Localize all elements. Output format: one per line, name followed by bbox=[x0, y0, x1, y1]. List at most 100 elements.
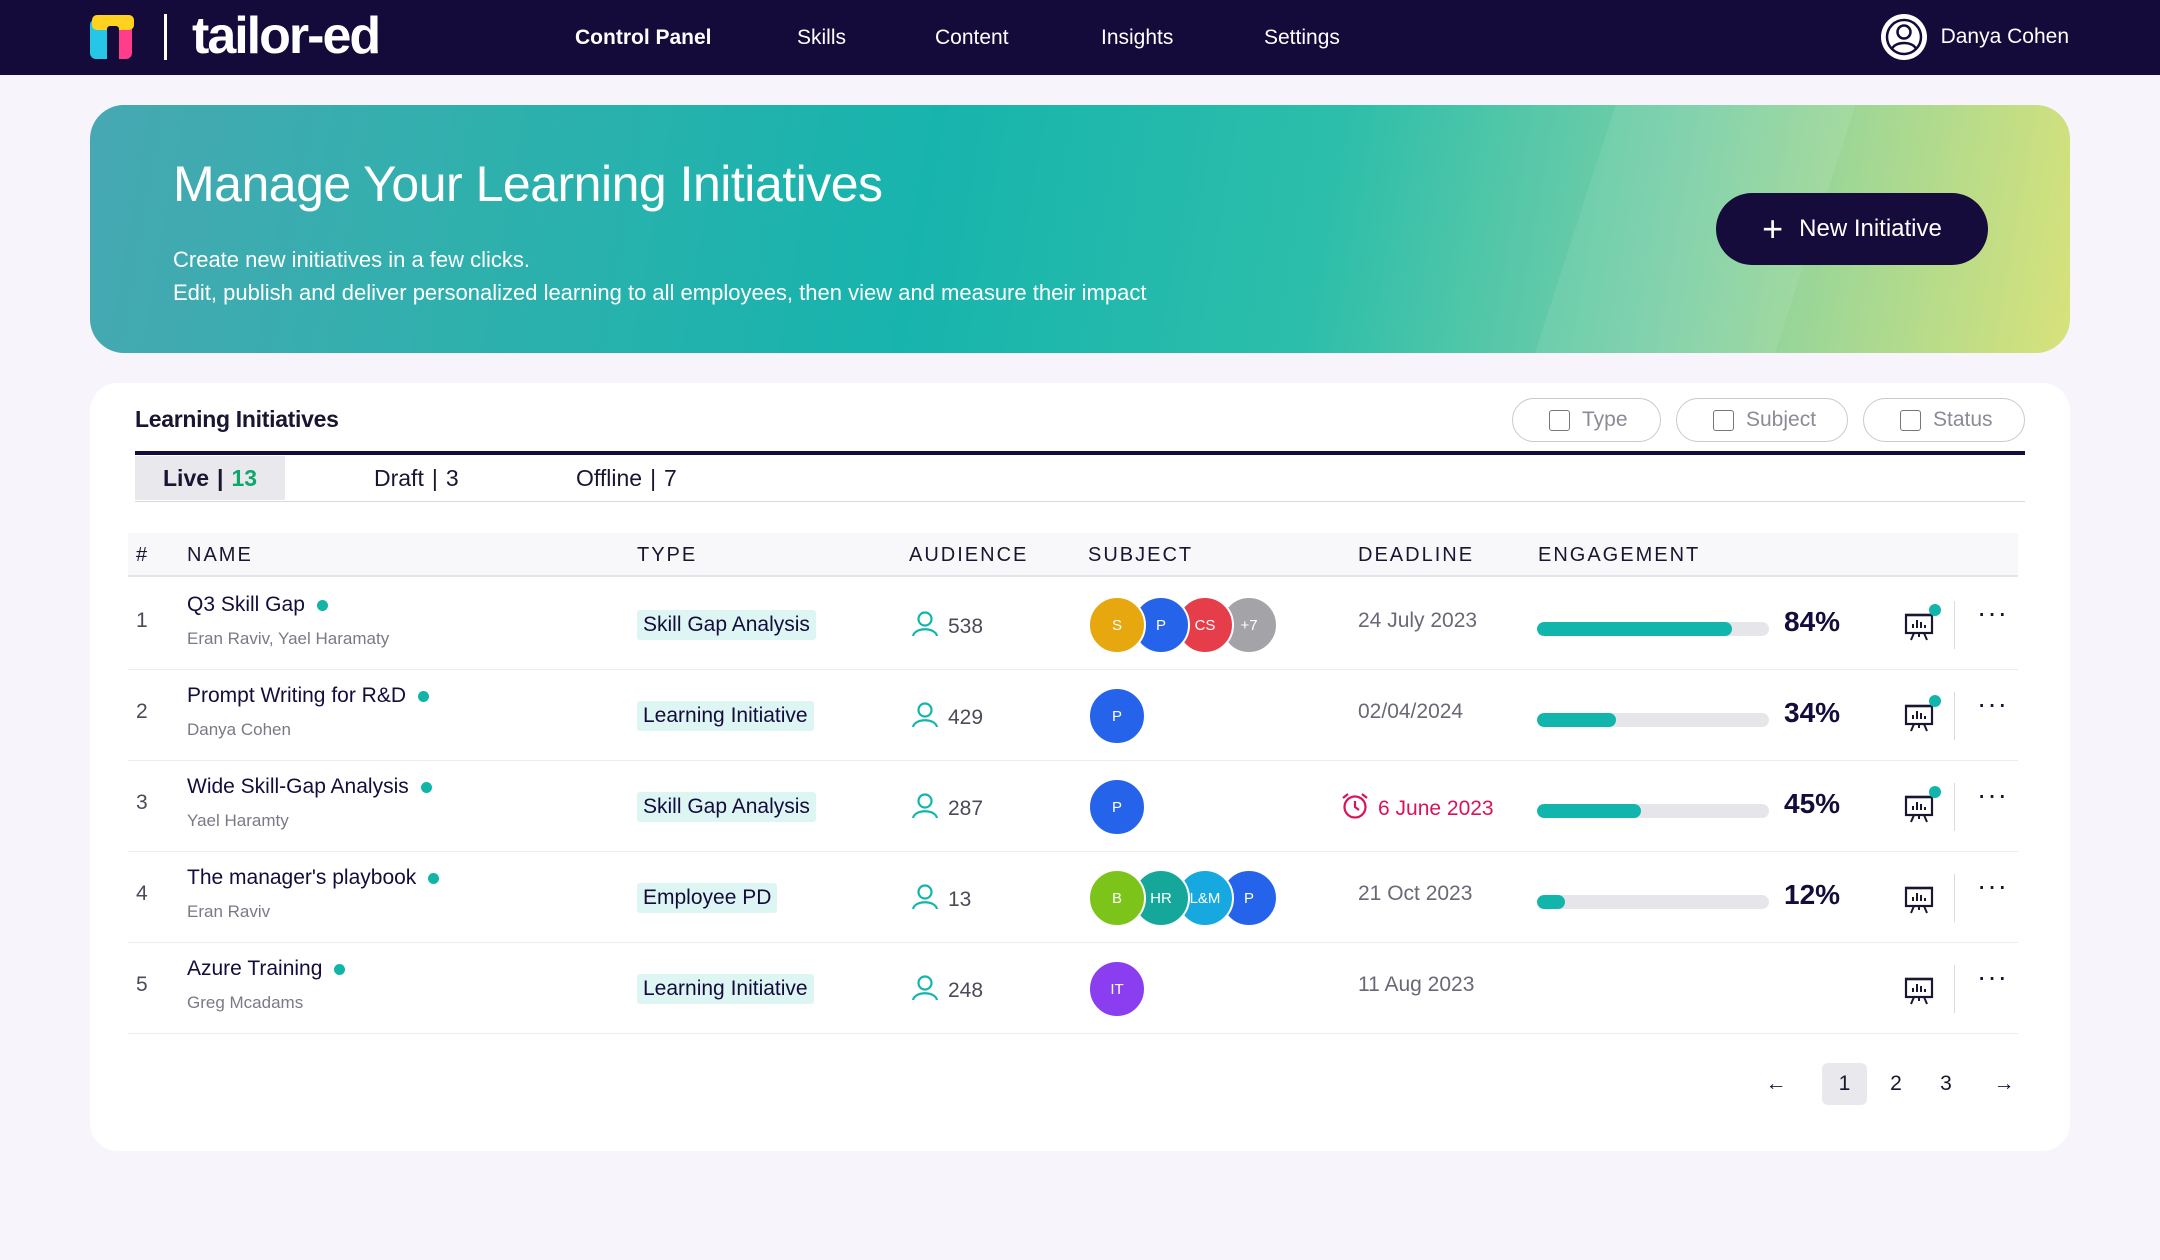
filter-status[interactable]: Status bbox=[1863, 398, 2025, 442]
deadline: 21 Oct 2023 bbox=[1358, 882, 1473, 905]
engagement-bar-fill bbox=[1537, 895, 1565, 909]
initiatives-card: Learning Initiatives Type Subject Status… bbox=[90, 383, 2070, 1151]
presentation-report-icon[interactable] bbox=[1903, 695, 1941, 733]
person-icon bbox=[910, 609, 940, 645]
prev-page-arrow-icon[interactable]: ← bbox=[1758, 1063, 1794, 1105]
initiative-name-link[interactable]: The manager's playbook bbox=[187, 866, 440, 890]
more-options-icon[interactable]: ··· bbox=[1977, 597, 2008, 629]
more-options-icon[interactable]: ··· bbox=[1977, 688, 2008, 720]
live-status-dot bbox=[428, 872, 440, 884]
type-tag: Skill Gap Analysis bbox=[637, 792, 816, 822]
new-initiative-button[interactable]: + New Initiative bbox=[1716, 193, 1988, 265]
checkbox-icon bbox=[1713, 409, 1734, 431]
app-logo-text[interactable]: tailor-ed bbox=[192, 4, 381, 68]
initiative-name-link[interactable]: Prompt Writing for R&D bbox=[187, 684, 429, 708]
table-row[interactable]: 5 Azure Training Greg Mcadams Learning Init… bbox=[128, 943, 2018, 1034]
initiative-owners: Danya Cohen bbox=[187, 720, 291, 739]
initiative-name-link[interactable]: Q3 Skill Gap bbox=[187, 593, 328, 617]
nav-insights[interactable]: Insights bbox=[1101, 0, 1173, 75]
nav-control-panel[interactable]: Control Panel bbox=[575, 0, 712, 75]
subject-avatar[interactable]: S bbox=[1088, 596, 1146, 654]
subject-avatars: B HR L&M P bbox=[1088, 869, 1278, 927]
subject-avatar[interactable]: P bbox=[1088, 778, 1146, 836]
presentation-report-icon[interactable] bbox=[1903, 604, 1941, 642]
person-icon bbox=[910, 791, 940, 827]
initiative-owners: Eran Raviv, Yael Haramaty bbox=[187, 629, 390, 648]
initiative-owners: Eran Raviv bbox=[187, 902, 271, 921]
subject-avatar[interactable]: IT bbox=[1088, 960, 1146, 1018]
tabs-bottom-rule bbox=[135, 501, 2025, 502]
engagement-bar bbox=[1537, 713, 1769, 727]
hero-banner: Manage Your Learning Initiatives Create … bbox=[90, 105, 2070, 353]
tab-live[interactable]: Live | 13 bbox=[135, 456, 286, 500]
next-page-arrow-icon[interactable]: → bbox=[1986, 1063, 2022, 1105]
filter-subject[interactable]: Subject bbox=[1676, 398, 1848, 442]
person-icon bbox=[910, 882, 940, 918]
type-tag: Employee PD bbox=[637, 883, 778, 913]
table-row[interactable]: 1 Q3 Skill Gap Eran Raviv, Yael Haramaty Sk… bbox=[128, 579, 2018, 670]
action-divider bbox=[1954, 965, 1955, 1013]
subject-avatar[interactable]: B bbox=[1088, 869, 1146, 927]
presentation-report-icon[interactable] bbox=[1903, 974, 1935, 1006]
tab-offline[interactable]: Offline | 7 bbox=[576, 456, 677, 500]
engagement-percent: 45% bbox=[1784, 788, 1841, 819]
more-options-icon[interactable]: ··· bbox=[1977, 779, 2008, 811]
more-options-icon[interactable]: ··· bbox=[1977, 870, 2008, 902]
tailored-logo-icon[interactable] bbox=[90, 15, 136, 61]
audience-count: 538 bbox=[910, 609, 983, 645]
hero-subtitle-line2: Edit, publish and deliver personalized l… bbox=[173, 280, 1147, 305]
type-tag: Learning Initiative bbox=[637, 974, 814, 1004]
tabs-top-rule bbox=[135, 451, 2025, 455]
audience-count: 13 bbox=[910, 882, 971, 918]
row-number: 4 bbox=[136, 882, 148, 905]
page-1[interactable]: 1 bbox=[1822, 1063, 1867, 1105]
initiative-name-link[interactable]: Azure Training bbox=[187, 957, 346, 981]
engagement-percent: 34% bbox=[1784, 697, 1841, 728]
notification-dot bbox=[1929, 695, 1941, 707]
notification-dot bbox=[1929, 604, 1941, 616]
engagement-bar bbox=[1537, 622, 1769, 636]
filter-type[interactable]: Type bbox=[1512, 398, 1661, 442]
more-options-icon[interactable]: ··· bbox=[1977, 961, 2008, 993]
page-3[interactable]: 3 bbox=[1928, 1063, 1964, 1105]
nav-skills[interactable]: Skills bbox=[797, 0, 846, 75]
initiative-owners: Yael Haramty bbox=[187, 811, 289, 830]
subject-avatars: P bbox=[1088, 687, 1146, 745]
row-number: 1 bbox=[136, 609, 148, 632]
live-status-dot bbox=[420, 781, 432, 793]
col-type[interactable]: TYPE bbox=[637, 533, 697, 577]
initiative-name-link[interactable]: Wide Skill-Gap Analysis bbox=[187, 775, 432, 799]
top-nav-bar: tailor-ed Control Panel Skills Content I… bbox=[0, 0, 2160, 75]
table-row[interactable]: 2 Prompt Writing for R&D Danya Cohen Learni… bbox=[128, 670, 2018, 761]
nav-settings[interactable]: Settings bbox=[1264, 0, 1340, 75]
engagement-bar-fill bbox=[1537, 622, 1732, 636]
user-menu[interactable]: Danya Cohen bbox=[1880, 14, 2069, 60]
engagement-bar-fill bbox=[1537, 713, 1616, 727]
presentation-report-icon[interactable] bbox=[1903, 786, 1941, 824]
checkbox-icon bbox=[1900, 409, 1921, 431]
live-status-dot bbox=[334, 963, 346, 975]
col-name[interactable]: NAME bbox=[187, 533, 253, 577]
col-audience[interactable]: AUDIENCE bbox=[909, 533, 1028, 577]
tab-draft[interactable]: Draft | 3 bbox=[374, 456, 459, 500]
table-row[interactable]: 4 The manager's playbook Eran Raviv Employe… bbox=[128, 852, 2018, 943]
audience-count: 429 bbox=[910, 700, 983, 736]
deadline: 11 Aug 2023 bbox=[1358, 973, 1475, 996]
subject-avatar[interactable]: P bbox=[1088, 687, 1146, 745]
deadline: 02/04/2024 bbox=[1358, 700, 1464, 723]
engagement-bar bbox=[1537, 895, 1769, 909]
person-icon bbox=[910, 973, 940, 1009]
col-deadline[interactable]: DEADLINE bbox=[1358, 533, 1474, 577]
page-2[interactable]: 2 bbox=[1878, 1063, 1914, 1105]
engagement-percent: 12% bbox=[1784, 879, 1841, 910]
col-engagement[interactable]: ENGAGEMENT bbox=[1538, 533, 1700, 577]
table-row[interactable]: 3 Wide Skill-Gap Analysis Yael Haramty Skil… bbox=[128, 761, 2018, 852]
nav-content[interactable]: Content bbox=[935, 0, 1009, 75]
plus-icon: + bbox=[1762, 208, 1784, 249]
checkbox-icon bbox=[1549, 409, 1570, 431]
user-avatar-icon bbox=[1880, 14, 1927, 60]
section-title: Learning Initiatives bbox=[135, 406, 339, 432]
action-divider bbox=[1954, 874, 1955, 922]
col-subject[interactable]: SUBJECT bbox=[1088, 533, 1193, 577]
presentation-report-icon[interactable] bbox=[1903, 883, 1935, 915]
